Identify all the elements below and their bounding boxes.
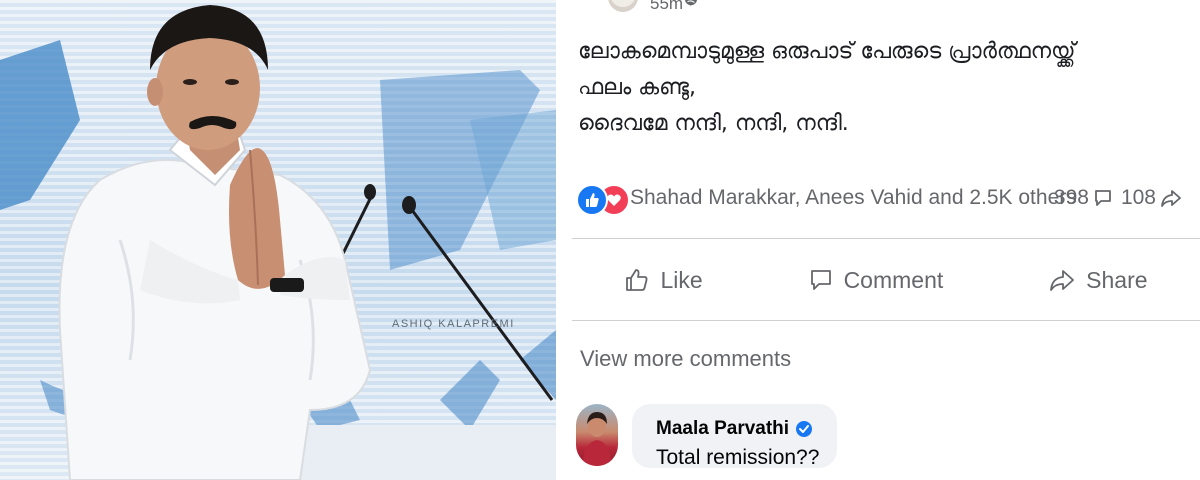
separator <box>572 320 1200 321</box>
like-reaction-icon <box>576 184 608 216</box>
comment-button[interactable]: Comment <box>808 266 944 294</box>
reaction-icons[interactable] <box>576 182 630 216</box>
separator <box>572 238 1200 239</box>
facebook-post: 55m · ലോകമെമ്പാടുമുള്ള ഒരുപാട് പേരുടെ പ്… <box>572 0 1200 480</box>
comment-label: Comment <box>843 266 944 293</box>
globe-icon <box>684 0 698 6</box>
engagement-counts: 398 108 <box>1054 178 1182 218</box>
podium <box>300 425 556 480</box>
post-photo[interactable]: ASHIQ KALAPREMI <box>0 0 556 480</box>
photo-watermark: ASHIQ KALAPREMI <box>392 318 515 330</box>
comment-item: Maala Parvathi Total remission?? <box>576 404 838 469</box>
like-label: Like <box>660 266 703 293</box>
reactions-summary: Shahad Marakkar, Anees Vahid and 2.5K ot… <box>576 178 1196 218</box>
commenter-name[interactable]: Maala Parvathi <box>656 418 819 440</box>
photo-illustration <box>0 5 556 480</box>
thumbs-up-icon <box>626 269 648 291</box>
post-actions: Like Comment Share <box>572 248 1200 312</box>
share-icon <box>1050 270 1075 291</box>
comment-text: Total remission?? <box>656 446 820 469</box>
comment-bubble-icon <box>1095 190 1111 206</box>
person <box>58 5 372 480</box>
post-text-line: ഫലം കണ്ടു, <box>578 75 696 100</box>
post-header: 55m · <box>572 0 1200 14</box>
share-button[interactable]: Share <box>1048 266 1148 294</box>
shares-count[interactable]: 108 <box>1121 186 1182 210</box>
comment-bubble: Maala Parvathi Total remission?? <box>632 404 838 469</box>
share-label: Share <box>1086 266 1148 293</box>
verified-badge-icon <box>796 421 813 437</box>
comments-count-value: 398 <box>1053 186 1089 209</box>
commenter-name-text: Maala Parvathi <box>656 418 790 439</box>
commenter-avatar[interactable] <box>576 404 618 466</box>
like-button[interactable]: Like <box>624 266 703 294</box>
author-avatar[interactable] <box>608 0 638 12</box>
reactors-text[interactable]: Shahad Marakkar, Anees Vahid and 2.5K ot… <box>630 186 1077 210</box>
share-arrow-icon <box>1161 190 1181 207</box>
panel-divider <box>556 0 572 480</box>
comment-icon <box>810 270 831 290</box>
view-more-comments-link[interactable]: View more comments <box>580 346 791 372</box>
post-body: ലോകമെമ്പാടുമുള്ള ഒരുപാട് പേരുടെ പ്രാർത്ഥ… <box>578 34 1178 142</box>
shares-count-value: 108 <box>1120 186 1156 209</box>
post-text-line: ലോകമെമ്പാടുമുള്ള ഒരുപാട് പേരുടെ പ്രാർത്ഥ… <box>578 39 1076 64</box>
post-text-line: ദൈവമേ നന്ദി, നന്ദി, നന്ദി. <box>578 111 849 136</box>
comments-count[interactable]: 398 <box>1054 186 1113 210</box>
